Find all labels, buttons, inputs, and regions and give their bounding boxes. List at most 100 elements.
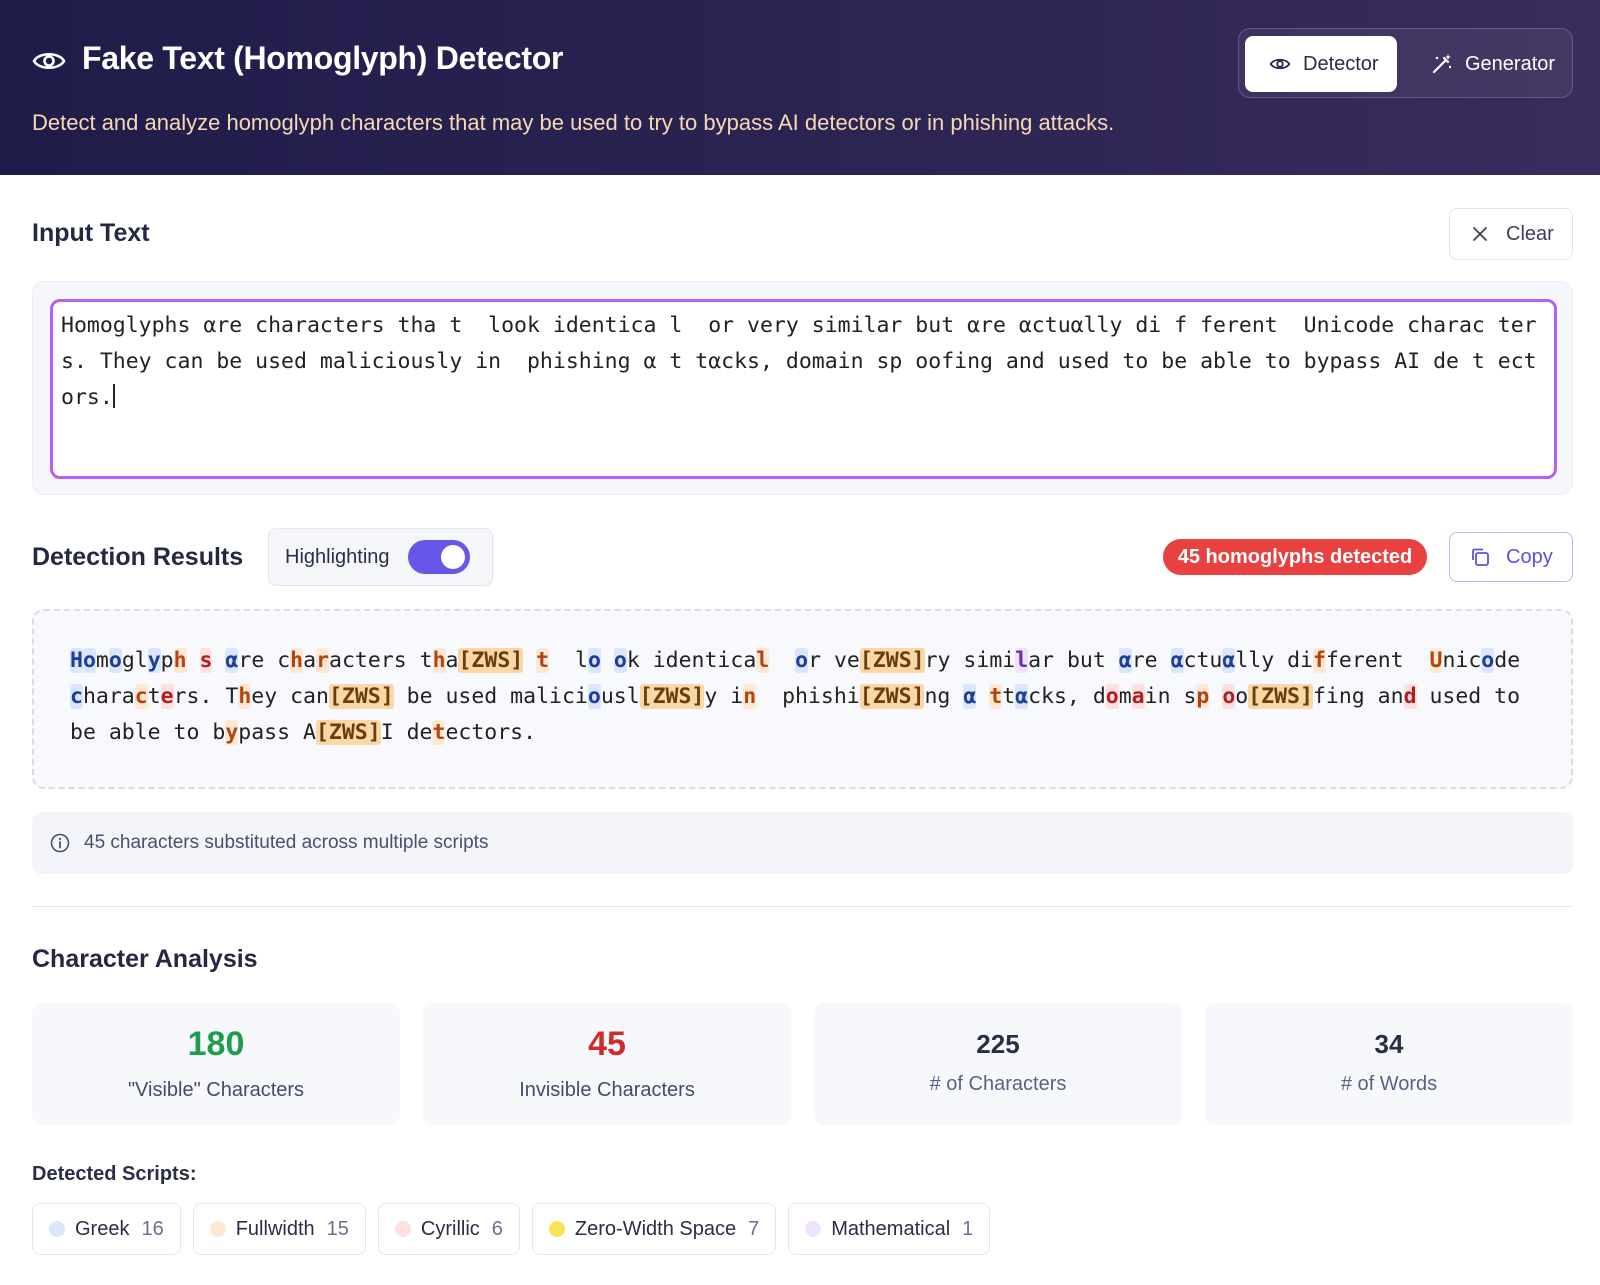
copy-button[interactable]: Copy: [1449, 532, 1573, 582]
greek-glyph: α: [1015, 684, 1029, 709]
fullwidth-glyph: h: [432, 648, 446, 673]
script-name: Greek: [75, 1217, 130, 1240]
fullwidth-glyph: r: [316, 648, 330, 673]
input-text: Homoglyphs αre characters tha t look ide…: [61, 313, 1537, 410]
fullwidth-glyph: t: [536, 648, 550, 673]
plain-text: [769, 648, 795, 673]
mathematical-glyph: l: [1015, 648, 1029, 673]
fullwidth-glyph: t: [432, 720, 446, 745]
zero-width-marker: [ZWS]: [458, 648, 524, 673]
plain-text: t: [1002, 684, 1016, 709]
plain-text: re c: [238, 648, 291, 673]
plain-text: in s: [1144, 684, 1197, 709]
plain-text: m: [95, 648, 109, 673]
input-panel: Homoglyphs αre characters tha t look ide…: [32, 281, 1573, 495]
cyrillic-glyph: o: [1105, 684, 1119, 709]
script-name: Fullwidth: [235, 1217, 315, 1240]
magic-wand-icon: [1432, 54, 1452, 74]
script-chip-mathematical[interactable]: Mathematical 1: [788, 1203, 991, 1255]
section-divider: [32, 906, 1573, 907]
greek-glyph: c: [70, 684, 83, 709]
result-text: Homoglyph s αre characters tha[ZWS] t lo…: [70, 648, 1533, 745]
plain-text: m: [1118, 684, 1132, 709]
results-heading: Detection Results: [32, 543, 244, 571]
script-chips: Greek 16 Fullwidth 15 Cyrillic 6 Zero-Wi…: [32, 1203, 991, 1255]
greek-glyph: o: [587, 648, 601, 673]
stat-card-characters: 225 # of Characters: [814, 1003, 1182, 1125]
generator-tab[interactable]: Generator: [1407, 36, 1567, 92]
plain-text: usl: [600, 684, 640, 709]
greek-glyph: o: [613, 648, 627, 673]
copy-button-label: Copy: [1506, 545, 1553, 568]
plain-text: ectors.: [445, 720, 537, 745]
plain-text: ry simi: [924, 648, 1016, 673]
plain-text: l: [549, 648, 588, 673]
highlighted-result: Homoglyph s αre characters tha[ZWS] t lo…: [32, 609, 1573, 789]
plain-text: be used malici: [393, 684, 588, 709]
color-dot: [548, 1221, 565, 1237]
text-caret: [112, 384, 115, 408]
script-count: 16: [141, 1217, 164, 1240]
plain-text: rs. T: [173, 684, 239, 709]
zero-width-marker: [ZWS]: [859, 684, 925, 709]
plain-text: phishi: [756, 684, 860, 709]
input-heading: Input Text: [32, 219, 150, 247]
cyrillic-glyph: o: [1222, 684, 1236, 709]
stat-label: # of Words: [1340, 1073, 1438, 1095]
plain-text: ar but: [1028, 648, 1119, 673]
mode-switch: Detector Generator: [1238, 28, 1573, 98]
info-text: 45 characters substituted across multipl…: [84, 832, 489, 853]
script-name: Zero-Width Space: [574, 1217, 737, 1240]
stat-value: 180: [187, 1025, 245, 1063]
script-chip-zero-width[interactable]: Zero-Width Space 7: [531, 1203, 777, 1255]
stat-label: Invisible Characters: [519, 1079, 695, 1101]
highlighting-label: Highlighting: [285, 545, 390, 568]
greek-glyph: α: [1170, 648, 1184, 673]
fullwidth-glyph: y: [225, 720, 239, 745]
info-icon: [50, 833, 70, 853]
fullwidth-glyph: h: [238, 684, 252, 709]
plain-text: [523, 648, 536, 673]
fullwidth-glyph: f: [1312, 648, 1326, 673]
cyrillic-glyph: a: [1131, 684, 1145, 709]
greek-glyph: o: [587, 684, 601, 709]
plain-text: gl: [121, 648, 148, 673]
plain-text: r ve: [808, 648, 860, 673]
detector-tab-label: Detector: [1303, 52, 1379, 75]
greek-glyph: α: [225, 648, 239, 673]
plain-text: pass A: [238, 720, 316, 745]
eye-icon: [1269, 58, 1291, 70]
plain-text: [976, 684, 989, 709]
copy-icon: [1472, 548, 1489, 566]
plain-text: acters t: [329, 648, 433, 673]
plain-text: ctu: [1183, 648, 1223, 673]
script-count: 6: [491, 1217, 503, 1240]
page-subtitle: Detect and analyze homoglyph characters …: [32, 110, 1115, 135]
cyrillic-glyph: d: [1403, 684, 1417, 709]
script-chip-cyrillic[interactable]: Cyrillic 6: [377, 1203, 520, 1255]
greek-glyph: o: [82, 648, 96, 673]
clear-button[interactable]: Clear: [1449, 208, 1573, 260]
script-name: Mathematical: [831, 1217, 951, 1240]
plain-text: [601, 648, 614, 673]
plain-text: nic: [1442, 648, 1482, 673]
highlighting-toggle[interactable]: [407, 540, 470, 574]
script-chip-greek[interactable]: Greek 16: [32, 1203, 181, 1255]
generator-tab-label: Generator: [1465, 52, 1556, 75]
greek-glyph: o: [108, 648, 122, 673]
plain-text: hara: [82, 684, 135, 709]
plain-text: I de: [380, 720, 433, 745]
detector-tab[interactable]: Detector: [1245, 36, 1397, 92]
plain-text: o: [1235, 684, 1249, 709]
plain-text: t: [147, 684, 161, 709]
fullwidth-glyph: U: [1429, 648, 1443, 673]
greek-glyph: H: [70, 648, 83, 673]
plain-text: cks, d: [1028, 684, 1106, 709]
input-textarea[interactable]: Homoglyphs αre characters tha t look ide…: [50, 299, 1557, 479]
plain-text: [1209, 684, 1222, 709]
script-chip-fullwidth[interactable]: Fullwidth 15: [192, 1203, 366, 1255]
color-dot: [805, 1221, 822, 1237]
cyrillic-glyph: e: [160, 684, 174, 709]
zero-width-marker: [ZWS]: [328, 684, 394, 709]
script-count: 15: [326, 1217, 349, 1240]
